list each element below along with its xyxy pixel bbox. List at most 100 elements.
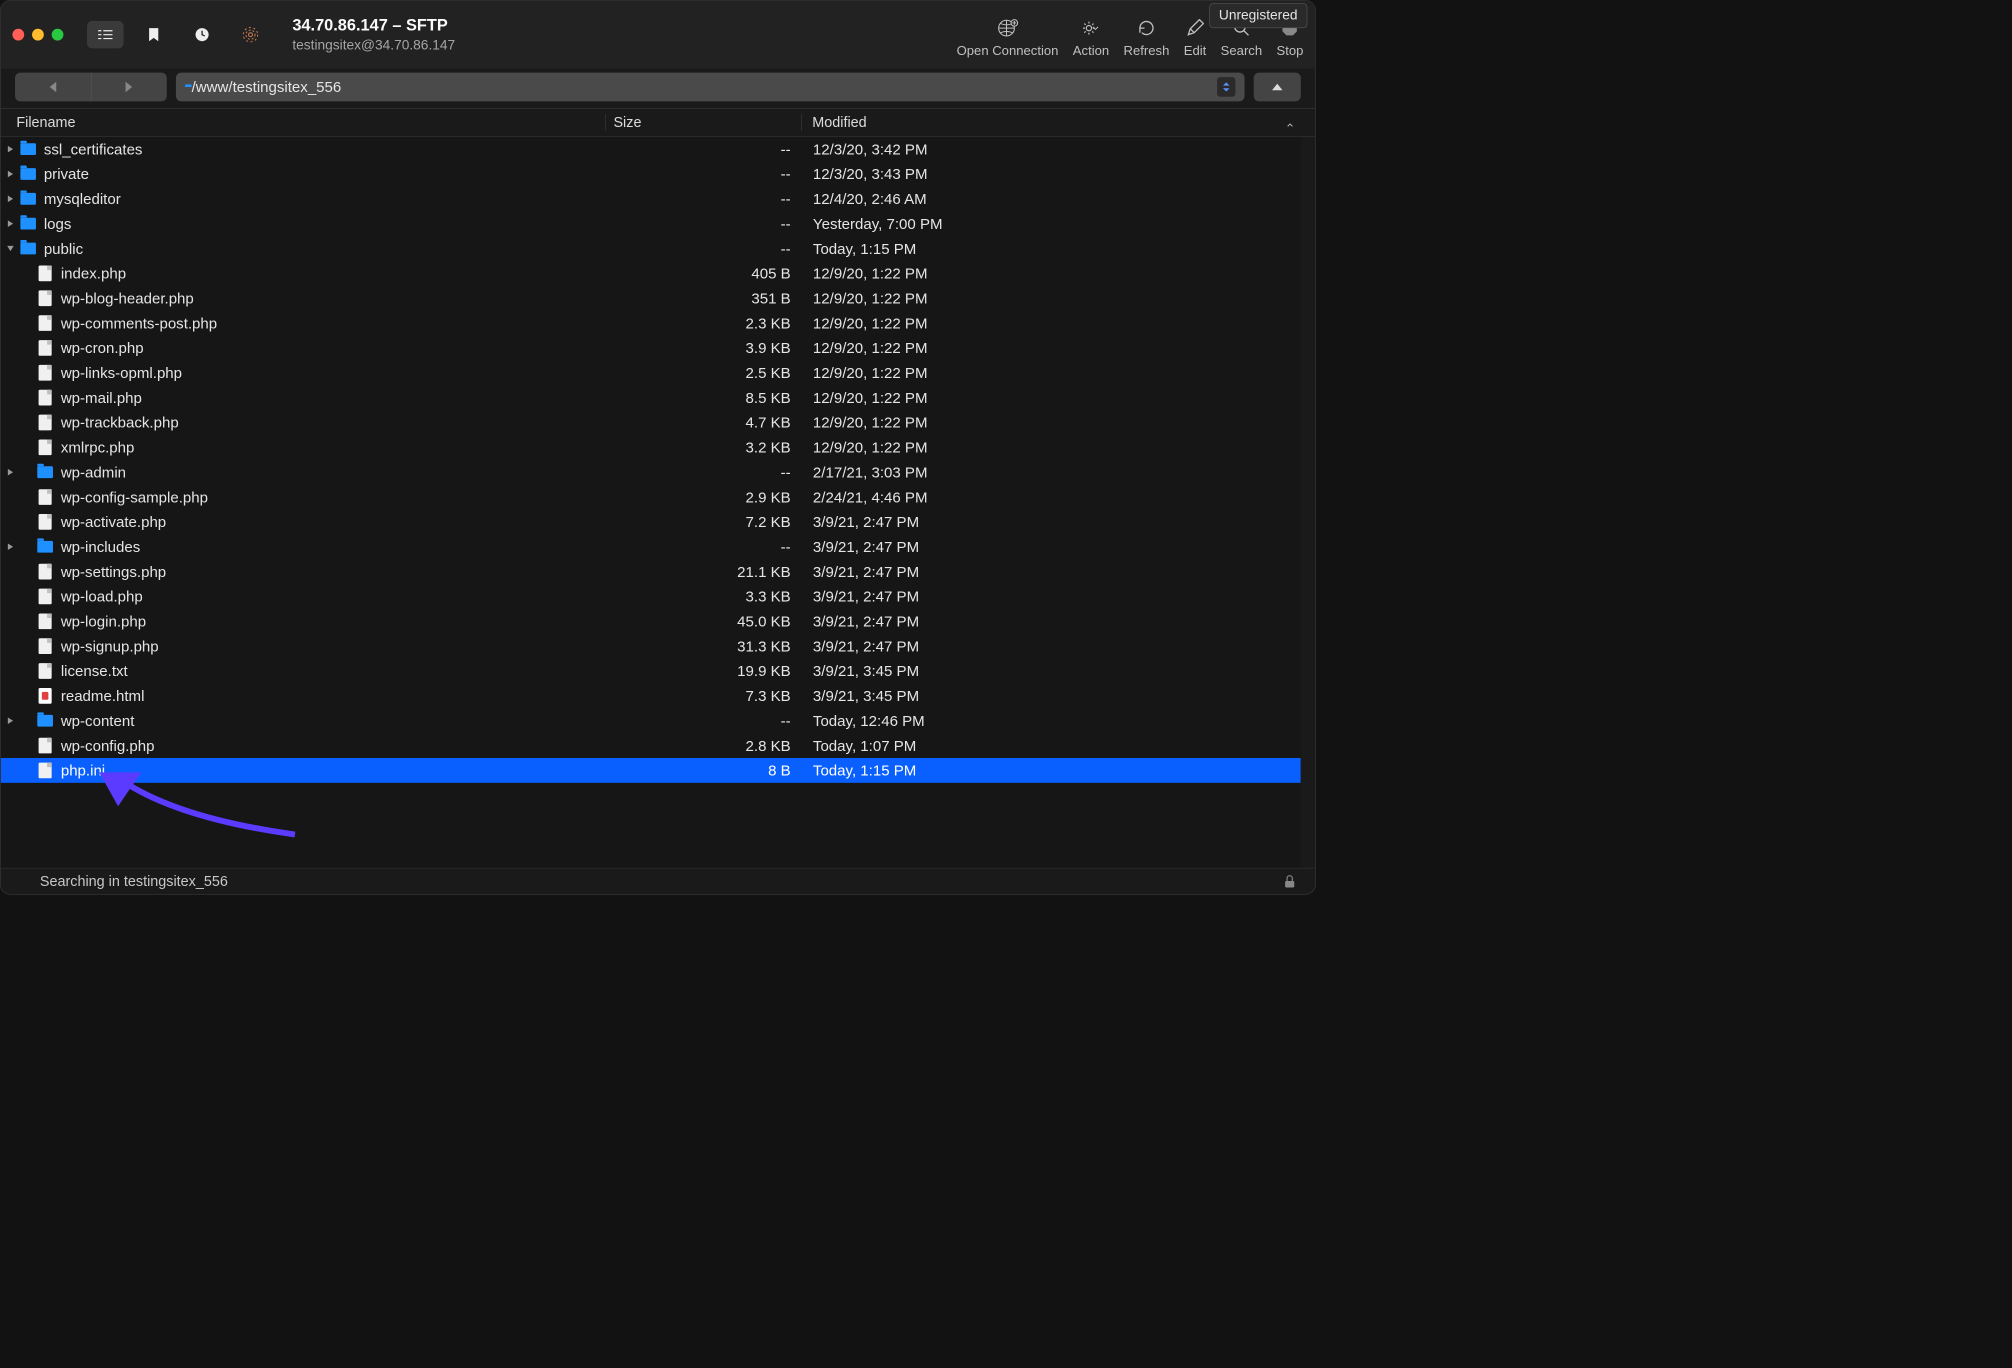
file-name: wp-includes [61, 538, 140, 556]
disclosure-triangle[interactable] [1, 468, 21, 476]
file-row[interactable]: wp-config.php2.8 KBToday, 1:07 PM [1, 733, 1301, 758]
bonjour-icon[interactable] [232, 21, 269, 48]
file-icon [37, 439, 53, 455]
connection-title: 34.70.86.147 – SFTP [292, 16, 944, 35]
file-row[interactable]: wp-mail.php8.5 KB12/9/20, 1:22 PM [1, 385, 1301, 410]
file-name: wp-activate.php [61, 513, 166, 531]
file-row[interactable]: wp-signup.php31.3 KB3/9/21, 2:47 PM [1, 634, 1301, 659]
action-button[interactable]: Action [1073, 15, 1109, 59]
file-row[interactable]: wp-blog-header.php351 B12/9/20, 1:22 PM [1, 286, 1301, 311]
file-modified: 3/9/21, 2:47 PM [802, 637, 1300, 655]
file-row[interactable]: index.php405 B12/9/20, 1:22 PM [1, 261, 1301, 286]
path-dropdown-indicator[interactable] [1217, 77, 1235, 97]
browser-view-icon[interactable] [87, 21, 124, 48]
file-row[interactable]: license.txt19.9 KB3/9/21, 3:45 PM [1, 659, 1301, 684]
file-row[interactable]: wp-content--Today, 12:46 PM [1, 708, 1301, 733]
column-size[interactable]: Size [605, 114, 801, 131]
file-row[interactable]: readme.html7.3 KB3/9/21, 3:45 PM [1, 683, 1301, 708]
file-row[interactable]: wp-settings.php21.1 KB3/9/21, 2:47 PM [1, 559, 1301, 584]
file-modified: Today, 1:15 PM [802, 240, 1300, 258]
nav-forward-button[interactable] [91, 73, 167, 102]
folder-icon [20, 141, 36, 157]
file-row[interactable]: wp-includes --3/9/21, 2:47 PM [1, 534, 1301, 559]
pencil-icon [1184, 15, 1207, 41]
action-label: Action [1073, 43, 1109, 58]
close-window-button[interactable] [12, 29, 24, 41]
disclosure-triangle[interactable] [1, 195, 21, 203]
file-name: wp-admin [61, 463, 126, 481]
file-row[interactable]: php.ini8 BToday, 1:15 PM [1, 758, 1301, 783]
file-name: logs [44, 215, 72, 233]
file-row[interactable]: wp-activate.php7.2 KB3/9/21, 2:47 PM [1, 509, 1301, 534]
file-modified: 12/9/20, 1:22 PM [802, 364, 1300, 382]
file-size: -- [606, 240, 802, 258]
edit-label: Edit [1184, 43, 1207, 58]
file-row[interactable]: wp-trackback.php4.7 KB12/9/20, 1:22 PM [1, 410, 1301, 435]
file-size: -- [606, 538, 802, 556]
folder-icon [37, 713, 53, 729]
file-icon [37, 663, 53, 679]
folder-icon [20, 216, 36, 232]
nav-back-button[interactable] [15, 73, 91, 102]
file-row[interactable]: wp-config-sample.php2.9 KB2/24/21, 4:46 … [1, 485, 1301, 510]
file-modified: 12/4/20, 2:46 AM [802, 190, 1300, 208]
file-row[interactable]: wp-cron.php3.9 KB12/9/20, 1:22 PM [1, 336, 1301, 361]
path-field[interactable]: /www/testingsitex_556 [176, 73, 1245, 102]
file-icon [37, 763, 53, 779]
disclosure-triangle[interactable] [1, 245, 21, 252]
file-size: 19.9 KB [606, 662, 802, 680]
column-filename[interactable]: Filename [16, 114, 605, 131]
open-connection-button[interactable]: Open Connection [957, 15, 1059, 59]
file-row[interactable]: public --Today, 1:15 PM [1, 236, 1301, 261]
column-modified[interactable]: Modified⌃ [801, 114, 1315, 131]
file-size: 31.3 KB [606, 637, 802, 655]
file-size: 4.7 KB [606, 414, 802, 432]
file-icon [37, 340, 53, 356]
history-icon[interactable] [184, 21, 221, 48]
file-icon [37, 365, 53, 381]
file-size: 3.3 KB [606, 588, 802, 606]
file-modified: 12/3/20, 3:42 PM [802, 140, 1300, 158]
file-row[interactable]: logs--Yesterday, 7:00 PM [1, 211, 1301, 236]
disclosure-triangle[interactable] [1, 170, 21, 178]
unregistered-badge: Unregistered [1209, 3, 1307, 28]
file-name: public [44, 240, 83, 258]
file-modified: 3/9/21, 2:47 PM [802, 513, 1300, 531]
disclosure-triangle[interactable] [1, 543, 21, 551]
disclosure-triangle[interactable] [1, 145, 21, 153]
vertical-scrollbar[interactable] [1301, 137, 1315, 868]
file-row[interactable]: ssl_certificates--12/3/20, 3:42 PM [1, 137, 1301, 162]
file-row[interactable]: wp-comments-post.php2.3 KB12/9/20, 1:22 … [1, 311, 1301, 336]
minimize-window-button[interactable] [32, 29, 44, 41]
file-modified: 3/9/21, 2:47 PM [802, 538, 1300, 556]
file-name: readme.html [61, 687, 145, 705]
file-size: -- [606, 463, 802, 481]
up-directory-button[interactable] [1254, 73, 1301, 102]
file-row[interactable]: wp-load.php3.3 KB3/9/21, 2:47 PM [1, 584, 1301, 609]
file-modified: 12/9/20, 1:22 PM [802, 339, 1300, 357]
status-bar: Searching in testingsitex_556 [1, 868, 1316, 894]
file-row[interactable]: private--12/3/20, 3:43 PM [1, 162, 1301, 187]
file-name: wp-config.php [61, 737, 155, 755]
file-size: 3.9 KB [606, 339, 802, 357]
file-row[interactable]: mysqleditor--12/4/20, 2:46 AM [1, 186, 1301, 211]
file-row[interactable]: xmlrpc.php3.2 KB12/9/20, 1:22 PM [1, 435, 1301, 460]
file-modified: 3/9/21, 3:45 PM [802, 687, 1300, 705]
file-row[interactable]: wp-login.php45.0 KB3/9/21, 2:47 PM [1, 609, 1301, 634]
file-list[interactable]: ssl_certificates--12/3/20, 3:42 PMprivat… [1, 137, 1301, 868]
file-size: 2.5 KB [606, 364, 802, 382]
refresh-button[interactable]: Refresh [1124, 15, 1170, 59]
bookmark-icon[interactable] [135, 21, 172, 48]
disclosure-triangle[interactable] [1, 220, 21, 228]
file-modified: 12/9/20, 1:22 PM [802, 439, 1300, 457]
path-bar: /www/testingsitex_556 [1, 69, 1316, 108]
html-file-icon [37, 688, 53, 704]
file-name: license.txt [61, 662, 128, 680]
maximize-window-button[interactable] [52, 29, 64, 41]
disclosure-triangle[interactable] [1, 717, 21, 725]
file-row[interactable]: wp-admin--2/17/21, 3:03 PM [1, 460, 1301, 485]
file-name: wp-login.php [61, 612, 146, 630]
file-row[interactable]: wp-links-opml.php2.5 KB12/9/20, 1:22 PM [1, 360, 1301, 385]
edit-button[interactable]: Edit [1184, 15, 1207, 59]
file-icon [37, 638, 53, 654]
